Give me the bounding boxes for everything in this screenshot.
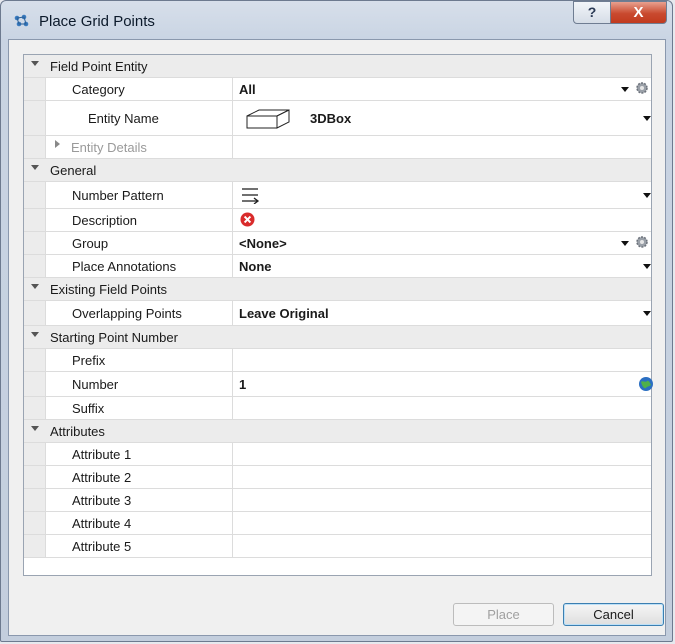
- category-field[interactable]: All: [233, 78, 651, 100]
- grid-points-icon: [14, 14, 29, 27]
- attribute-3-label: Attribute 3: [72, 493, 132, 508]
- row-attribute-1: Attribute 1: [24, 443, 651, 466]
- row-entity-details[interactable]: Entity Details: [24, 136, 651, 159]
- overlapping-points-field[interactable]: Leave Original: [233, 301, 651, 325]
- attribute-4-field[interactable]: [233, 512, 651, 534]
- place-annotations-field[interactable]: None: [233, 255, 651, 277]
- group-value: <None>: [239, 236, 287, 251]
- attribute-1-field[interactable]: [233, 443, 651, 465]
- row-prefix: Prefix: [24, 349, 651, 372]
- attribute-5-label: Attribute 5: [72, 539, 132, 554]
- title-bar: Place Grid Points ? X: [1, 1, 672, 41]
- row-number: Number 1: [24, 372, 654, 397]
- number-value: 1: [239, 377, 247, 392]
- error-icon: [240, 212, 255, 227]
- entity-name-label: Entity Name: [88, 111, 159, 126]
- chevron-down-icon[interactable]: [643, 193, 651, 198]
- row-attribute-5: Attribute 5: [24, 535, 651, 558]
- section-label: Field Point Entity: [50, 59, 148, 74]
- group-field[interactable]: <None>: [233, 232, 651, 254]
- category-label: Category: [72, 82, 125, 97]
- collapse-icon[interactable]: [31, 426, 39, 431]
- property-grid: Field Point Entity Category All Entity N…: [23, 54, 654, 576]
- number-field[interactable]: 1: [233, 372, 654, 396]
- row-overlapping-points: Overlapping Points Leave Original: [24, 301, 651, 326]
- row-group: Group <None>: [24, 232, 651, 255]
- chevron-down-icon[interactable]: [643, 264, 651, 269]
- collapse-icon[interactable]: [31, 61, 39, 66]
- attribute-2-label: Attribute 2: [72, 470, 132, 485]
- row-category: Category All: [24, 78, 651, 101]
- entity-details-label: Entity Details: [71, 140, 147, 155]
- gear-icon[interactable]: [635, 235, 649, 249]
- number-pattern-label: Number Pattern: [72, 188, 164, 203]
- dialog-body: Field Point Entity Category All Entity N…: [8, 39, 666, 636]
- chevron-down-icon[interactable]: [621, 241, 629, 246]
- section-label: Attributes: [50, 424, 105, 439]
- collapse-icon[interactable]: [31, 332, 39, 337]
- section-label: Starting Point Number: [50, 330, 178, 345]
- section-starting-point-number[interactable]: Starting Point Number: [24, 326, 651, 349]
- prefix-field[interactable]: [233, 349, 651, 371]
- place-annotations-label: Place Annotations: [72, 259, 177, 274]
- chevron-down-icon[interactable]: [621, 87, 629, 92]
- gear-icon[interactable]: [635, 81, 649, 95]
- section-existing-field-points[interactable]: Existing Field Points: [24, 278, 651, 301]
- row-suffix: Suffix: [24, 397, 651, 420]
- row-description: Description: [24, 209, 651, 232]
- collapse-icon[interactable]: [31, 284, 39, 289]
- section-attributes[interactable]: Attributes: [24, 420, 651, 443]
- category-value: All: [239, 82, 256, 97]
- suffix-field[interactable]: [233, 397, 651, 419]
- row-attribute-3: Attribute 3: [24, 489, 651, 512]
- number-pattern-icon: [242, 188, 260, 204]
- section-field-point-entity[interactable]: Field Point Entity: [24, 55, 651, 78]
- overlapping-points-value: Leave Original: [239, 306, 329, 321]
- number-pattern-field[interactable]: [233, 182, 651, 208]
- description-label: Description: [72, 213, 138, 228]
- suffix-label: Suffix: [72, 401, 105, 416]
- attribute-5-field[interactable]: [233, 535, 651, 557]
- row-place-annotations: Place Annotations None: [24, 255, 651, 278]
- section-general[interactable]: General: [24, 159, 651, 182]
- chevron-down-icon[interactable]: [643, 311, 651, 316]
- globe-icon[interactable]: [638, 376, 654, 392]
- section-label: Existing Field Points: [50, 282, 168, 297]
- overlapping-points-label: Overlapping Points: [72, 306, 182, 321]
- number-label: Number: [72, 377, 119, 392]
- dialog-window: Place Grid Points ? X Field Point Entity…: [0, 0, 673, 642]
- attribute-1-label: Attribute 1: [72, 447, 132, 462]
- 3d-box-icon: [246, 109, 290, 129]
- chevron-down-icon[interactable]: [643, 116, 651, 121]
- row-entity-name: Entity Name 3DBox: [24, 101, 651, 136]
- row-attribute-4: Attribute 4: [24, 512, 651, 535]
- section-label: General: [50, 163, 97, 178]
- attribute-2-field[interactable]: [233, 466, 651, 488]
- expand-icon[interactable]: [55, 140, 60, 148]
- cancel-button[interactable]: Cancel: [563, 603, 664, 626]
- place-button[interactable]: Place: [453, 603, 554, 626]
- row-number-pattern: Number Pattern: [24, 182, 651, 209]
- prefix-label: Prefix: [72, 353, 106, 368]
- close-button[interactable]: X: [610, 1, 667, 24]
- row-attribute-2: Attribute 2: [24, 466, 651, 489]
- description-field[interactable]: [233, 209, 651, 231]
- window-title: Place Grid Points: [39, 13, 155, 30]
- collapse-icon[interactable]: [31, 165, 39, 170]
- attribute-3-field[interactable]: [233, 489, 651, 511]
- entity-name-value: 3DBox: [310, 111, 352, 126]
- help-button[interactable]: ?: [573, 1, 611, 24]
- place-annotations-value: None: [239, 259, 272, 274]
- attribute-4-label: Attribute 4: [72, 516, 132, 531]
- group-label: Group: [72, 236, 109, 251]
- entity-name-field[interactable]: 3DBox: [233, 101, 651, 135]
